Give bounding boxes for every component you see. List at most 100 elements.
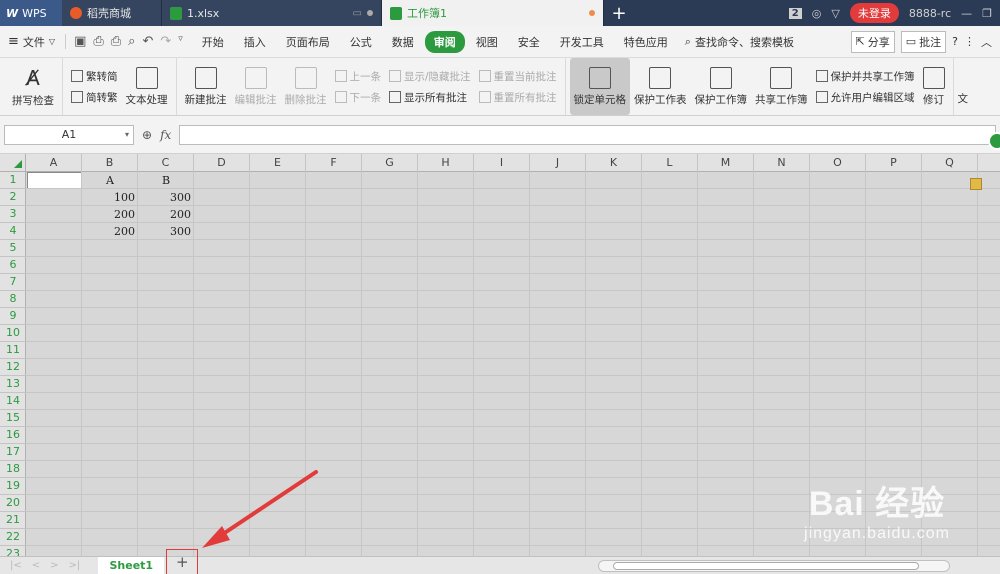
row-header-11[interactable]: 11: [0, 342, 26, 359]
row-header-21[interactable]: 21: [0, 512, 26, 529]
window-count[interactable]: 2: [788, 7, 802, 19]
column-header-m[interactable]: M: [698, 154, 754, 172]
function-icon[interactable]: fx: [160, 128, 171, 142]
redo-icon[interactable]: ↷: [160, 34, 171, 49]
row-header-15[interactable]: 15: [0, 410, 26, 427]
cell-b3[interactable]: 200: [82, 206, 138, 223]
lock-cell-button[interactable]: 锁定单元格: [569, 58, 631, 115]
protect-book-button[interactable]: 保护工作簿: [691, 58, 752, 115]
column-header-a[interactable]: A: [26, 154, 82, 172]
scrollbar-thumb[interactable]: [613, 561, 919, 570]
column-header-d[interactable]: D: [194, 154, 250, 172]
row-header-2[interactable]: 2: [0, 189, 26, 206]
horizontal-scrollbar[interactable]: [598, 559, 950, 572]
row-header-6[interactable]: 6: [0, 257, 26, 274]
more-ribbon-button[interactable]: 文: [954, 58, 973, 115]
minimize-icon[interactable]: —: [961, 7, 972, 20]
menu-tab-view[interactable]: 视图: [467, 31, 507, 53]
login-button[interactable]: 未登录: [849, 3, 899, 23]
menu-tab-review[interactable]: 审阅: [424, 30, 465, 53]
monitor-icon[interactable]: ▭: [353, 8, 362, 19]
shirt-icon[interactable]: ▽: [831, 7, 839, 20]
comment-button[interactable]: ▭ 批注: [900, 30, 947, 53]
print-preview-icon[interactable]: ⌕: [128, 34, 135, 49]
file-menu[interactable]: ≡ 文件 ▽: [8, 34, 63, 50]
row-header-13[interactable]: 13: [0, 376, 26, 393]
menu-tab-formulas[interactable]: 公式: [341, 31, 381, 53]
first-sheet-icon[interactable]: |<: [10, 560, 22, 571]
row-header-18[interactable]: 18: [0, 461, 26, 478]
reset-current-button[interactable]: 重置当前批注: [478, 69, 557, 84]
row-header-4[interactable]: 4: [0, 223, 26, 240]
row-header-8[interactable]: 8: [0, 291, 26, 308]
add-sheet-button[interactable]: +: [166, 548, 199, 574]
simp-to-trad-button[interactable]: 简转繁: [71, 90, 118, 105]
menu-tab-home[interactable]: 开始: [193, 31, 233, 53]
column-header-k[interactable]: K: [586, 154, 642, 172]
sheet-tab-sheet1[interactable]: Sheet1: [98, 556, 165, 574]
column-header-j[interactable]: J: [530, 154, 586, 172]
prev-comment-button[interactable]: 上一条: [334, 69, 381, 84]
column-header-l[interactable]: L: [642, 154, 698, 172]
protect-share-button[interactable]: 保护并共享工作簿: [815, 69, 915, 84]
name-box[interactable]: A1 ▾: [4, 124, 134, 145]
last-sheet-icon[interactable]: >|: [69, 560, 81, 571]
column-header-h[interactable]: H: [418, 154, 474, 172]
row-header-16[interactable]: 16: [0, 427, 26, 444]
row-header-14[interactable]: 14: [0, 393, 26, 410]
column-header-n[interactable]: N: [754, 154, 810, 172]
show-all-comments-button[interactable]: 显示所有批注: [389, 90, 471, 105]
cell-c2[interactable]: 300: [138, 189, 194, 206]
allow-edit-button[interactable]: 允许用户编辑区域: [815, 90, 915, 105]
row-header-9[interactable]: 9: [0, 308, 26, 325]
row-header-10[interactable]: 10: [0, 325, 26, 342]
cell-b1[interactable]: A: [82, 172, 138, 189]
row-header-19[interactable]: 19: [0, 478, 26, 495]
tab-workbook[interactable]: 工作簿1: [382, 0, 604, 26]
maximize-icon[interactable]: ❐: [982, 7, 992, 20]
zoom-icon[interactable]: ⊕: [142, 128, 152, 142]
menu-tab-security[interactable]: 安全: [509, 31, 549, 53]
menu-tab-data[interactable]: 数据: [383, 31, 423, 53]
column-header-o[interactable]: O: [810, 154, 866, 172]
menu-tab-page-layout[interactable]: 页面布局: [277, 31, 339, 53]
more-icon[interactable]: ⋮: [964, 35, 975, 48]
edit-comment-button[interactable]: 编辑批注: [231, 58, 281, 115]
share-book-button[interactable]: 共享工作簿: [751, 58, 812, 115]
collapse-ribbon-icon[interactable]: ︿: [981, 34, 992, 50]
cell-b2[interactable]: 100: [82, 189, 138, 206]
tab-store[interactable]: 稻壳商城: [62, 0, 162, 26]
column-header-p[interactable]: P: [866, 154, 922, 172]
row-header-12[interactable]: 12: [0, 359, 26, 376]
column-header-q[interactable]: Q: [922, 154, 978, 172]
row-header-17[interactable]: 17: [0, 444, 26, 461]
cell-c4[interactable]: 300: [138, 223, 194, 240]
command-search[interactable]: ⌕ 查找命令、搜索模板: [679, 34, 800, 50]
column-header-g[interactable]: G: [362, 154, 418, 172]
reset-all-button[interactable]: 重置所有批注: [478, 90, 557, 105]
cell-c1[interactable]: B: [138, 172, 194, 189]
print-icon[interactable]: ⎙: [111, 34, 121, 49]
menu-tab-insert[interactable]: 插入: [235, 31, 275, 53]
row-header-7[interactable]: 7: [0, 274, 26, 291]
tab-xlsx[interactable]: 1.xlsx ▭: [162, 0, 382, 26]
row-header-22[interactable]: 22: [0, 529, 26, 546]
column-header-e[interactable]: E: [250, 154, 306, 172]
trad-to-simp-button[interactable]: 繁转简: [71, 69, 118, 84]
row-header-20[interactable]: 20: [0, 495, 26, 512]
next-comment-button[interactable]: 下一条: [334, 90, 381, 105]
revise-button[interactable]: 修订: [919, 58, 949, 115]
customize-icon[interactable]: ▿: [178, 34, 183, 49]
new-comment-button[interactable]: 新建批注: [181, 58, 231, 115]
formula-input[interactable]: [179, 124, 996, 145]
cell-c3[interactable]: 200: [138, 206, 194, 223]
show-hide-comment-button[interactable]: 显示/隐藏批注: [389, 69, 471, 84]
prev-sheet-icon[interactable]: <: [32, 560, 40, 571]
output-icon[interactable]: ⎙: [93, 34, 103, 49]
column-header-i[interactable]: I: [474, 154, 530, 172]
skin-icon[interactable]: ◎: [812, 7, 822, 20]
protect-sheet-button[interactable]: 保护工作表: [630, 58, 691, 115]
delete-comment-button[interactable]: 删除批注: [281, 58, 331, 115]
cell-b4[interactable]: 200: [82, 223, 138, 240]
select-all-corner[interactable]: [0, 154, 26, 172]
